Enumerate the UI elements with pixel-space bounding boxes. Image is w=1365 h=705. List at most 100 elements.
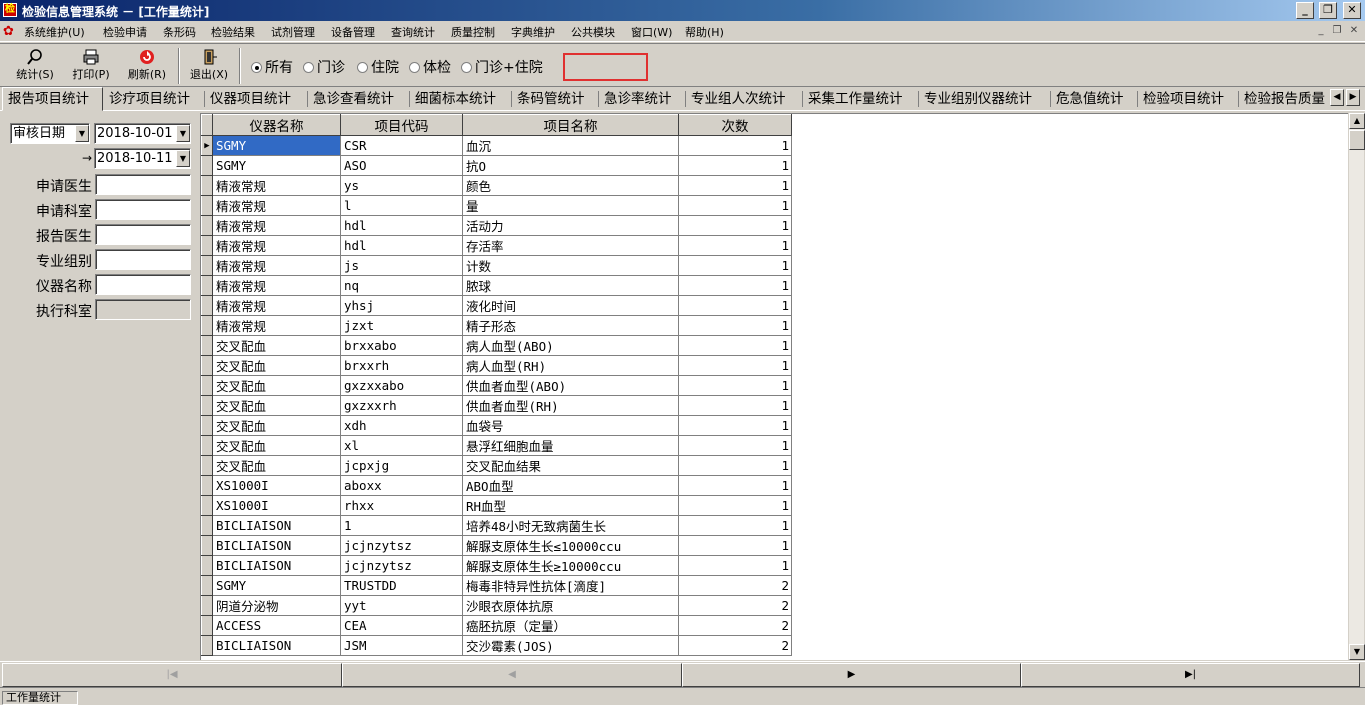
print-button[interactable]: 打印(P) xyxy=(68,48,114,84)
table-cell[interactable]: SGMY xyxy=(212,135,341,156)
menu-barcode[interactable]: 条形码 xyxy=(163,24,196,40)
date-type-select[interactable]: 审核日期 ▼ xyxy=(10,123,90,144)
table-cell[interactable]: 交叉配血 xyxy=(212,395,341,416)
column-header[interactable]: 仪器名称 xyxy=(212,114,341,136)
menu-window[interactable]: 窗口(W) xyxy=(631,24,672,40)
table-cell[interactable]: xdh xyxy=(340,415,463,436)
table-cell[interactable]: jcjnzytsz xyxy=(340,555,463,576)
table-cell[interactable]: 供血者血型(ABO) xyxy=(462,375,679,396)
table-row[interactable]: 精液常规 jzxt 精子形态 1 xyxy=(201,315,792,336)
table-cell[interactable]: 解脲支原体生长≥10000ccu xyxy=(462,555,679,576)
row-indicator[interactable] xyxy=(201,435,213,456)
tab-scroll-left-icon[interactable]: ◀ xyxy=(1330,89,1344,106)
table-cell[interactable]: 抗O xyxy=(462,155,679,176)
table-cell[interactable]: gxzxxabo xyxy=(340,375,463,396)
table-cell[interactable]: 病人血型(ABO) xyxy=(462,335,679,356)
row-indicator[interactable] xyxy=(201,195,213,216)
table-cell[interactable]: 精子形态 xyxy=(462,315,679,336)
table-cell[interactable]: 1 xyxy=(678,275,792,296)
table-cell[interactable]: 交叉配血 xyxy=(212,415,341,436)
radio-inpatient[interactable]: 住院 xyxy=(357,57,399,77)
table-cell[interactable]: 交叉配血 xyxy=(212,355,341,376)
scroll-up-icon[interactable]: ▲ xyxy=(1349,113,1365,129)
menu-quality[interactable]: 质量控制 xyxy=(451,24,495,40)
table-cell[interactable]: 计数 xyxy=(462,255,679,276)
table-row[interactable]: 精液常规 yhsj 液化时间 1 xyxy=(201,295,792,316)
table-row[interactable]: 交叉配血 xdh 血袋号 1 xyxy=(201,415,792,436)
refresh-button[interactable]: 刷新(R) xyxy=(124,48,170,84)
vertical-scrollbar[interactable]: ▲ ▼ xyxy=(1348,113,1365,660)
close-button[interactable]: ✕ xyxy=(1343,2,1361,19)
table-cell[interactable]: hdl xyxy=(340,235,463,256)
table-cell[interactable]: 精液常规 xyxy=(212,275,341,296)
menu-dictionary[interactable]: 字典维护 xyxy=(511,24,555,40)
row-indicator[interactable] xyxy=(201,335,213,356)
table-cell[interactable]: 病人血型(RH) xyxy=(462,355,679,376)
table-cell[interactable]: 交叉配血 xyxy=(212,375,341,396)
table-cell[interactable]: 精液常规 xyxy=(212,295,341,316)
table-cell[interactable]: XS1000I xyxy=(212,475,341,496)
tab-group-instrument[interactable]: 专业组别仪器统计 xyxy=(924,89,1032,110)
table-cell[interactable]: 1 xyxy=(678,235,792,256)
table-cell[interactable]: 沙眼衣原体抗原 xyxy=(462,595,679,616)
table-cell[interactable]: 1 xyxy=(678,535,792,556)
table-cell[interactable]: 1 xyxy=(678,415,792,436)
radio-outpatient[interactable]: 门诊 xyxy=(303,57,345,77)
menu-query[interactable]: 查询统计 xyxy=(391,24,435,40)
row-indicator[interactable] xyxy=(201,235,213,256)
tab-group-visits[interactable]: 专业组人次统计 xyxy=(691,89,786,110)
table-cell[interactable]: 1 xyxy=(678,255,792,276)
menu-device[interactable]: 设备管理 xyxy=(331,24,375,40)
table-cell[interactable]: BICLIAISON xyxy=(212,535,341,556)
dropdown-arrow-icon[interactable]: ▼ xyxy=(176,125,190,142)
menu-system[interactable]: 系统维护(U) xyxy=(24,24,85,40)
table-cell[interactable]: 血沉 xyxy=(462,135,679,156)
table-cell[interactable]: 精液常规 xyxy=(212,175,341,196)
tab-instrument-items[interactable]: 仪器项目统计 xyxy=(210,89,291,110)
table-cell[interactable]: ACCESS xyxy=(212,615,341,636)
table-cell[interactable]: RH血型 xyxy=(462,495,679,516)
table-cell[interactable]: 1 xyxy=(678,315,792,336)
table-cell[interactable]: 2 xyxy=(678,595,792,616)
row-indicator[interactable] xyxy=(201,575,213,596)
radio-outpatient-inpatient[interactable]: 门诊+住院 xyxy=(461,57,543,77)
row-indicator[interactable] xyxy=(201,255,213,276)
table-cell[interactable]: js xyxy=(340,255,463,276)
restore-button[interactable]: ❐ xyxy=(1319,2,1337,19)
column-header[interactable]: 项目代码 xyxy=(340,114,463,136)
table-cell[interactable]: BICLIAISON xyxy=(212,515,341,536)
menu-apply[interactable]: 检验申请 xyxy=(103,24,147,40)
table-cell[interactable]: 精液常规 xyxy=(212,215,341,236)
instrument-input[interactable] xyxy=(95,274,191,295)
table-cell[interactable]: JSM xyxy=(340,635,463,656)
dropdown-arrow-icon[interactable]: ▼ xyxy=(176,150,190,167)
current-row-indicator-icon[interactable]: ▶ xyxy=(201,135,213,156)
table-cell[interactable]: 1 xyxy=(678,455,792,476)
table-row[interactable]: 交叉配血 jcpxjg 交叉配血结果 1 xyxy=(201,455,792,476)
table-cell[interactable]: 悬浮红细胞血量 xyxy=(462,435,679,456)
table-cell[interactable]: 1 xyxy=(678,515,792,536)
table-cell[interactable]: 1 xyxy=(678,395,792,416)
date-to-picker[interactable]: 2018-10-11 ▼ xyxy=(94,148,191,169)
table-cell[interactable]: 1 xyxy=(678,175,792,196)
table-cell[interactable]: 1 xyxy=(678,495,792,516)
mdi-close-icon[interactable]: ✕ xyxy=(1347,25,1361,38)
table-cell[interactable]: CSR xyxy=(340,135,463,156)
group-input[interactable] xyxy=(95,249,191,270)
tab-collection-workload[interactable]: 采集工作量统计 xyxy=(808,89,903,110)
row-indicator[interactable] xyxy=(201,415,213,436)
table-cell[interactable]: 阴道分泌物 xyxy=(212,595,341,616)
table-cell[interactable]: BICLIAISON xyxy=(212,635,341,656)
table-cell[interactable]: hdl xyxy=(340,215,463,236)
dropdown-arrow-icon[interactable]: ▼ xyxy=(75,125,89,142)
table-row[interactable]: 交叉配血 brxxabo 病人血型(ABO) 1 xyxy=(201,335,792,356)
tab-emergency-rate[interactable]: 急诊率统计 xyxy=(604,89,672,110)
table-row[interactable]: BICLIAISON jcjnzytsz 解脲支原体生长≥10000ccu 1 xyxy=(201,555,792,576)
row-indicator[interactable] xyxy=(201,355,213,376)
menu-public[interactable]: 公共模块 xyxy=(571,24,615,40)
table-row[interactable]: 精液常规 l 量 1 xyxy=(201,195,792,216)
table-row[interactable]: 精液常规 nq 脓球 1 xyxy=(201,275,792,296)
row-indicator[interactable] xyxy=(201,455,213,476)
date-from-picker[interactable]: 2018-10-01 ▼ xyxy=(94,123,191,144)
row-indicator[interactable] xyxy=(201,315,213,336)
